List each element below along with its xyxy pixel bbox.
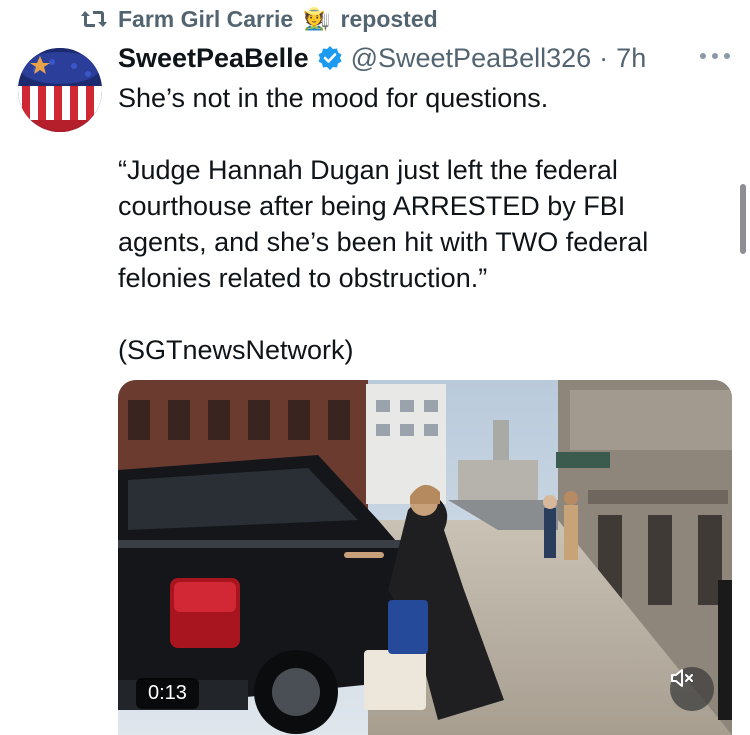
separator-dot: · — [599, 42, 609, 73]
post-text-line: She’s not in the mood for questions. — [118, 83, 549, 113]
repost-icon — [81, 11, 107, 27]
reposter-name[interactable]: Farm Girl Carrie — [118, 6, 293, 33]
video-duration: 0:13 — [136, 678, 199, 709]
more-options-icon[interactable] — [698, 50, 732, 62]
post-text-line: courthouse after being ARRESTED by FBI — [118, 191, 626, 221]
post-text-line: agents, and she’s been hit with TWO fede… — [118, 227, 649, 257]
scrollbar[interactable] — [740, 184, 746, 254]
video-player[interactable]: 0:13 — [118, 380, 732, 735]
user-handle[interactable]: @SweetPeaBell326 — [351, 43, 592, 74]
post-header: SweetPeaBelle @SweetPeaBell326 · 7h — [118, 40, 646, 76]
display-name[interactable]: SweetPeaBelle — [118, 43, 309, 74]
post-text-line: felonies related to obstruction.” — [118, 263, 488, 293]
post-text: She’s not in the mood for questions. “Ju… — [118, 80, 718, 368]
post-time[interactable]: 7h — [616, 43, 646, 74]
repost-label: reposted — [340, 5, 438, 32]
mute-button[interactable] — [670, 667, 714, 711]
verified-badge-icon[interactable] — [317, 45, 343, 71]
video-frame — [118, 380, 732, 735]
speaker-muted-icon — [671, 669, 693, 687]
avatar[interactable] — [18, 48, 102, 132]
farmer-emoji: 🧑‍🌾 — [303, 6, 331, 32]
repost-context[interactable]: Farm Girl Carrie 🧑‍🌾 reposted — [80, 4, 438, 34]
avatar-image — [18, 48, 102, 132]
post-text-line: (SGTnewsNetwork) — [118, 335, 354, 365]
post-text-line: “Judge Hannah Dugan just left the federa… — [118, 155, 618, 185]
